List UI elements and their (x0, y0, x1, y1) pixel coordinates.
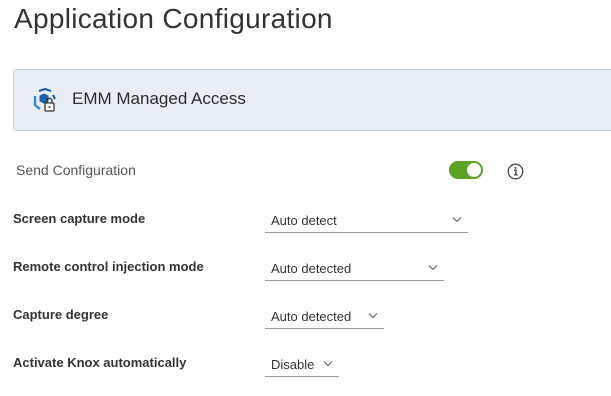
capture-degree-label: Capture degree (13, 307, 109, 322)
chevron-down-icon (452, 217, 462, 223)
capture-degree-select[interactable]: Auto detected (265, 305, 384, 329)
screen-capture-mode-value: Auto detect (271, 213, 337, 228)
activate-knox-automatically-select[interactable]: Disable (265, 353, 339, 377)
chevron-down-icon (368, 313, 378, 319)
remote-control-injection-mode-label: Remote control injection mode (13, 259, 204, 274)
remote-control-injection-mode-select[interactable]: Auto detected (265, 257, 444, 281)
emm-managed-access-icon (33, 88, 56, 112)
remote-control-injection-mode-value: Auto detected (271, 261, 352, 276)
capture-degree-value: Auto detected (271, 309, 352, 324)
send-configuration-label: Send Configuration (16, 162, 136, 178)
chevron-down-icon (323, 361, 333, 367)
application-configuration-page: Application Configuration EMM Managed Ac… (0, 0, 611, 396)
screen-capture-mode-label: Screen capture mode (13, 211, 146, 226)
send-configuration-toggle[interactable] (449, 161, 483, 179)
emm-managed-access-card: EMM Managed Access (13, 69, 611, 131)
toggle-knob (467, 163, 481, 177)
screen-capture-mode-select[interactable]: Auto detect (265, 209, 468, 233)
page-title: Application Configuration (14, 3, 333, 34)
chevron-down-icon (428, 265, 438, 271)
activate-knox-automatically-value: Disable (271, 357, 315, 372)
activate-knox-automatically-label: Activate Knox automatically (13, 355, 187, 370)
info-icon[interactable] (507, 163, 524, 180)
card-title: EMM Managed Access (72, 89, 246, 108)
